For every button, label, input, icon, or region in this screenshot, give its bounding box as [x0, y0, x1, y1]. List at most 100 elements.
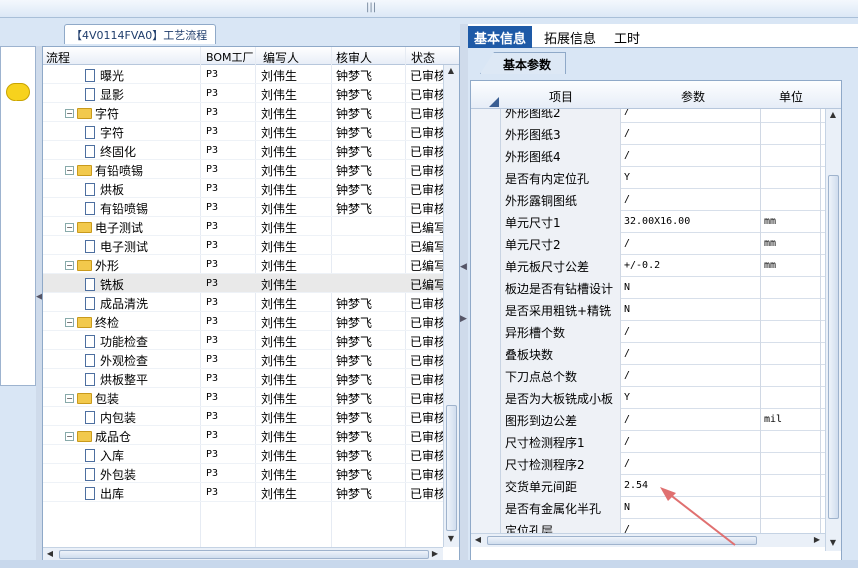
tree-row[interactable]: 外观检查 P3 刘伟生 钟梦飞 已审核 — [43, 350, 443, 369]
param-value[interactable]: / — [621, 109, 761, 123]
param-row[interactable]: 外形露铜图纸 / — [471, 189, 825, 211]
row-header[interactable] — [471, 277, 501, 299]
row-header[interactable] — [471, 409, 501, 431]
param-row[interactable]: 尺寸检测程序1/ — [471, 431, 825, 453]
tab-basic-params[interactable]: 基本参数 — [480, 52, 567, 74]
row-header[interactable] — [471, 145, 501, 167]
row-header[interactable] — [471, 497, 501, 519]
param-row[interactable]: 异形槽个数 / — [471, 321, 825, 343]
tree-node[interactable]: − 成品仓 — [65, 428, 131, 445]
tab-basic-info[interactable]: 基本信息 — [468, 26, 533, 48]
param-row[interactable]: 单元尺寸1 32.00X16.00 mm — [471, 211, 825, 233]
collapse-toggle-icon[interactable]: − — [65, 432, 74, 441]
collapse-toggle-icon[interactable]: − — [65, 394, 74, 403]
row-header[interactable] — [471, 387, 501, 409]
scroll-right-icon[interactable]: ▶ — [811, 534, 823, 546]
tree-row[interactable]: 内包装 P3 刘伟生 钟梦飞 已审核 — [43, 407, 443, 426]
scroll-down-icon[interactable]: ▼ — [445, 533, 457, 545]
collapse-toggle-icon[interactable]: − — [65, 223, 74, 232]
tree-node[interactable]: 终固化 — [85, 143, 136, 160]
param-value[interactable]: / — [621, 145, 761, 167]
scroll-thumb[interactable] — [59, 550, 429, 559]
tree-row[interactable]: 终固化 P3 刘伟生 钟梦飞 已审核 — [43, 141, 443, 160]
tree-node[interactable]: − 字符 — [65, 105, 119, 122]
header-writer[interactable]: 编写人 — [263, 49, 299, 66]
tree-node[interactable]: 入库 — [85, 447, 124, 464]
param-value[interactable]: / — [621, 431, 761, 453]
scroll-up-icon[interactable]: ▲ — [827, 109, 839, 121]
param-row[interactable]: 是否采用粗铣+精铣 N — [471, 299, 825, 321]
tree-row[interactable]: − 外形 P3 刘伟生 已编写 — [43, 255, 443, 274]
param-value[interactable]: / — [621, 365, 761, 387]
param-value[interactable]: Y — [621, 167, 761, 189]
row-header[interactable] — [471, 343, 501, 365]
param-value[interactable]: 2.54 — [621, 475, 761, 497]
tree-node[interactable]: − 有铅喷锡 — [65, 162, 143, 179]
header-status[interactable]: 状态 — [411, 49, 435, 66]
splitter-grip-icon[interactable]: ||| — [366, 3, 376, 13]
param-value[interactable]: / — [621, 343, 761, 365]
collapse-arrow-icon[interactable]: ▶ — [460, 314, 467, 324]
tree-node[interactable]: 曝光 — [85, 67, 124, 84]
param-row[interactable]: 叠板块数 / — [471, 343, 825, 365]
collapse-toggle-icon[interactable]: − — [65, 261, 74, 270]
tree-node[interactable]: − 包装 — [65, 390, 119, 407]
param-row[interactable]: 图形到边公差 / mil — [471, 409, 825, 431]
tree-node[interactable]: 内包装 — [85, 409, 136, 426]
tree-node[interactable]: − 外形 — [65, 257, 119, 274]
row-header[interactable] — [471, 321, 501, 343]
scroll-up-icon[interactable]: ▲ — [445, 65, 457, 77]
tab-extended-info[interactable]: 拓展信息 — [538, 26, 602, 48]
tree-node[interactable]: 铣板 — [85, 276, 124, 293]
param-row[interactable]: 交货单元间距 2.54 — [471, 475, 825, 497]
param-row[interactable]: 外形图纸4/ — [471, 145, 825, 167]
param-row[interactable]: 尺寸检测程序2/ — [471, 453, 825, 475]
tree-node[interactable]: − 电子测试 — [65, 219, 143, 236]
row-header[interactable] — [471, 167, 501, 189]
tree-node[interactable]: 烘板 — [85, 181, 124, 198]
tree-row[interactable]: − 电子测试 P3 刘伟生 已编写 — [43, 217, 443, 236]
tree-horizontal-scrollbar[interactable]: ◀ ▶ — [43, 547, 443, 561]
param-row[interactable]: 是否为大板铣成小板 Y — [471, 387, 825, 409]
header-bom[interactable]: BOM工厂 — [206, 49, 254, 65]
row-header[interactable] — [471, 123, 501, 145]
param-row[interactable]: 是否有内定位孔 Y — [471, 167, 825, 189]
params-vertical-scrollbar[interactable]: ▲ ▼ — [825, 109, 841, 551]
param-value[interactable]: Y — [621, 387, 761, 409]
tree-node[interactable]: 字符 — [85, 124, 124, 141]
param-value[interactable]: / — [621, 189, 761, 211]
param-row[interactable]: 外形图纸2/ — [471, 109, 825, 123]
tree-node[interactable]: 有铅喷锡 — [85, 200, 148, 217]
param-value[interactable]: / — [621, 233, 761, 255]
tree-row[interactable]: 功能检查 P3 刘伟生 钟梦飞 已审核 — [43, 331, 443, 350]
tree-row[interactable]: 显影 P3 刘伟生 钟梦飞 已审核 — [43, 84, 443, 103]
center-splitter[interactable]: ◀ ▶ — [460, 24, 468, 560]
tree-node[interactable]: 外观检查 — [85, 352, 148, 369]
tree-node[interactable]: 出库 — [85, 485, 124, 502]
scroll-down-icon[interactable]: ▼ — [827, 537, 839, 549]
row-header[interactable] — [471, 519, 501, 533]
row-header[interactable] — [471, 211, 501, 233]
row-header[interactable] — [471, 255, 501, 277]
scroll-right-icon[interactable]: ▶ — [429, 548, 441, 560]
process-title-tab[interactable]: 【4V0114FVA0】工艺流程 — [64, 24, 216, 44]
param-value[interactable]: N — [621, 497, 761, 519]
tree-node[interactable]: 显影 — [85, 86, 124, 103]
scroll-thumb[interactable] — [487, 536, 757, 545]
tree-row[interactable]: 字符 P3 刘伟生 钟梦飞 已审核 — [43, 122, 443, 141]
param-value[interactable]: / — [621, 321, 761, 343]
select-all-corner-icon[interactable] — [489, 97, 499, 107]
header-reviewer[interactable]: 核审人 — [336, 49, 372, 66]
row-header[interactable] — [471, 475, 501, 497]
tree-row[interactable]: − 终检 P3 刘伟生 钟梦飞 已审核 — [43, 312, 443, 331]
header-flow[interactable]: 流程 — [46, 49, 70, 66]
tree-row[interactable]: 外包装 P3 刘伟生 钟梦飞 已审核 — [43, 464, 443, 483]
tree-row[interactable]: − 包装 P3 刘伟生 钟梦飞 已审核 — [43, 388, 443, 407]
tree-node[interactable]: 电子测试 — [85, 238, 148, 255]
tree-row[interactable]: − 字符 P3 刘伟生 钟梦飞 已审核 — [43, 103, 443, 122]
tree-node[interactable]: 外包装 — [85, 466, 136, 483]
tree-row[interactable]: 烘板 P3 刘伟生 钟梦飞 已审核 — [43, 179, 443, 198]
row-header[interactable] — [471, 109, 501, 123]
param-row[interactable]: 是否有金属化半孔 N — [471, 497, 825, 519]
tree-row[interactable]: 入库 P3 刘伟生 钟梦飞 已审核 — [43, 445, 443, 464]
